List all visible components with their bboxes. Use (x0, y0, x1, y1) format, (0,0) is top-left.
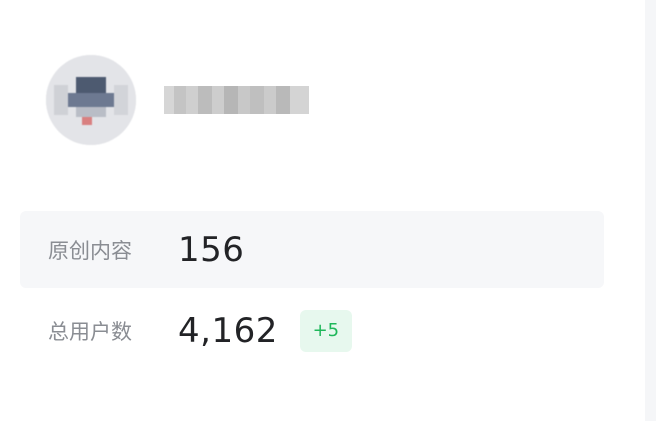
stat-label: 原创内容 (48, 238, 132, 263)
stat-row-total-users: 总用户数 4,162 +5 (20, 292, 604, 369)
username[interactable]: ████████ (164, 86, 309, 114)
right-panel-edge (645, 0, 656, 421)
profile-header: ████████ (46, 55, 309, 145)
stat-row-original-content: 原创内容 156 (20, 211, 604, 288)
change-badge: +5 (299, 309, 352, 352)
avatar[interactable] (46, 55, 136, 145)
stat-value: 156 (178, 229, 245, 270)
username-mosaic (164, 86, 309, 114)
stat-label: 总用户数 (48, 319, 132, 344)
stat-value: 4,162 (178, 310, 278, 351)
profile-stats-card: ████████ 原创内容 156 总用户数 4,162 +5 (0, 0, 645, 421)
